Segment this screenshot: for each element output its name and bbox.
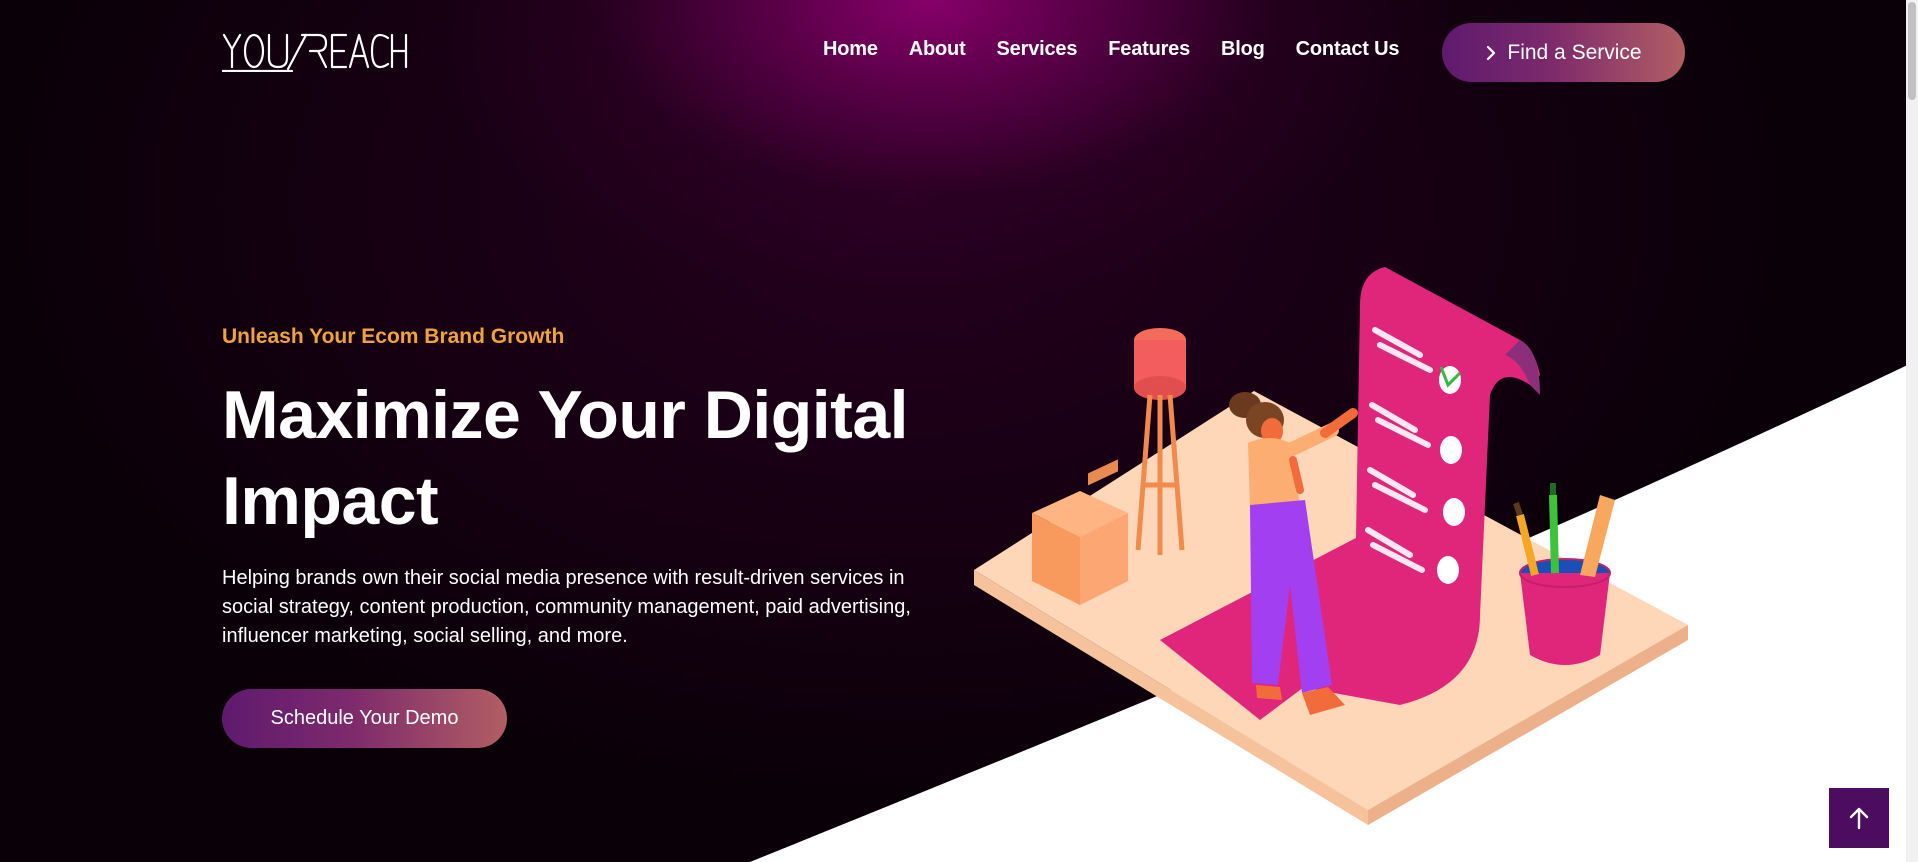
schedule-demo-button[interactable]: Schedule Your Demo: [222, 689, 507, 748]
back-to-top-button[interactable]: [1829, 788, 1889, 848]
nav-home[interactable]: Home: [823, 38, 878, 61]
hero-tagline: Unleash Your Ecom Brand Growth: [222, 325, 565, 348]
arrow-up-icon: [1849, 807, 1869, 830]
find-a-service-label: Find a Service: [1507, 40, 1642, 64]
logo[interactable]: [222, 32, 408, 72]
schedule-demo-label: Schedule Your Demo: [270, 707, 459, 729]
hero-headline: Maximize Your Digital Impact: [222, 372, 982, 544]
nav-services[interactable]: Services: [997, 38, 1078, 61]
scrollbar[interactable]: [1906, 0, 1918, 862]
nav-about[interactable]: About: [909, 38, 966, 61]
find-a-service-button[interactable]: Find a Service: [1442, 23, 1685, 82]
checklist-illustration: [974, 267, 1688, 825]
main-nav: Home About Services Features Blog Contac…: [823, 38, 1399, 61]
hero-description: Helping brands own their social media pr…: [222, 567, 911, 647]
scrollbar-thumb[interactable]: [1908, 2, 1916, 100]
hero-headline-line2: Impact: [222, 463, 439, 539]
nav-features[interactable]: Features: [1108, 38, 1190, 61]
nav-blog[interactable]: Blog: [1221, 38, 1265, 61]
nav-contact-us[interactable]: Contact Us: [1296, 38, 1400, 61]
hero-headline-line1: Maximize Your Digital: [222, 377, 909, 453]
chevron-right-icon: [1487, 45, 1496, 60]
